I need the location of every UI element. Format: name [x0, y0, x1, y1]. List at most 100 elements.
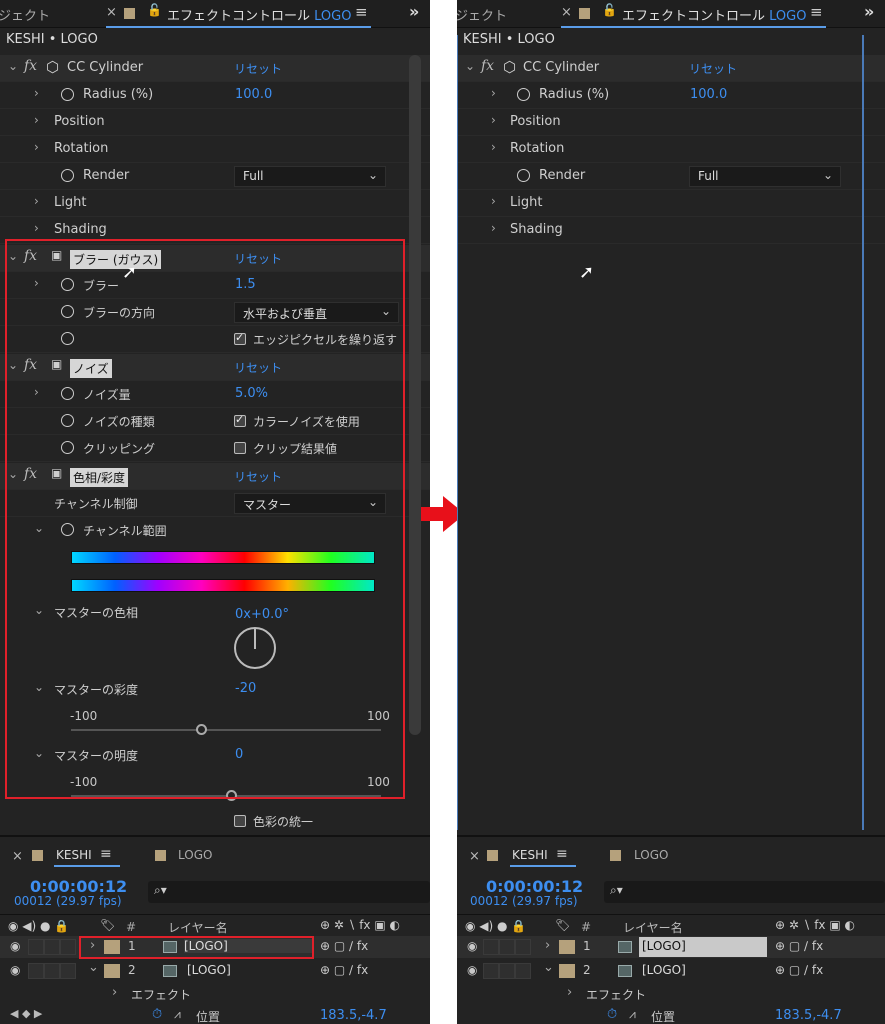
effect-cc-cylinder[interactable]: ⌄ fx ⬡ CC Cylinder リセット: [457, 55, 885, 82]
close-icon[interactable]: ×: [106, 5, 117, 20]
panel-menu-icon[interactable]: ≡: [355, 3, 368, 21]
reset-link[interactable]: リセット: [689, 60, 737, 77]
stopwatch-icon[interactable]: [517, 88, 530, 101]
position-value[interactable]: 183.5,-4.7: [320, 1008, 387, 1023]
close-icon[interactable]: ×: [469, 849, 480, 864]
graph-icon[interactable]: ⩘: [629, 1007, 636, 1022]
column-layer-name[interactable]: レイヤー名: [623, 919, 683, 936]
close-icon[interactable]: ×: [561, 5, 572, 20]
position-value[interactable]: 183.5,-4.7: [775, 1008, 842, 1023]
param-label: Render: [83, 168, 130, 183]
chevron-right-icon[interactable]: ›: [34, 86, 39, 100]
stopwatch-icon[interactable]: [61, 88, 74, 101]
position-row[interactable]: ◀ ◆ ▶ ⏱ ⩘ 位置 183.5,-4.7: [0, 1005, 430, 1024]
solo-toggle[interactable]: [44, 939, 60, 955]
panel-menu-icon[interactable]: ≡: [556, 846, 568, 862]
panel-menu-icon[interactable]: ≡: [810, 3, 823, 21]
chevron-down-icon[interactable]: ⌄: [88, 960, 99, 975]
render-dropdown[interactable]: Full ⌄: [689, 166, 841, 187]
param-value[interactable]: 100.0: [235, 87, 272, 102]
tab-comp-keshi[interactable]: KESHI: [512, 848, 548, 862]
solo-toggle[interactable]: [44, 963, 60, 979]
tab-project[interactable]: ジェクト: [0, 5, 50, 24]
effects-row[interactable]: › エフェクト: [0, 983, 430, 1005]
label-color-chip[interactable]: [104, 964, 120, 978]
close-icon[interactable]: ×: [12, 849, 23, 864]
effects-row[interactable]: › エフェクト: [457, 983, 885, 1005]
tab-comp-keshi[interactable]: KESHI: [56, 848, 92, 862]
solo-toggle[interactable]: [499, 963, 515, 979]
audio-toggle[interactable]: [483, 963, 499, 979]
chevron-right-icon[interactable]: ›: [34, 221, 39, 235]
stopwatch-icon[interactable]: [61, 169, 74, 182]
colorize-checkbox[interactable]: [234, 815, 246, 827]
eye-icon[interactable]: ◉: [467, 963, 477, 977]
tab-comp-logo[interactable]: LOGO: [178, 848, 212, 862]
layer-switches[interactable]: ⊕ ▢ ∕ fx: [775, 939, 823, 953]
solo-toggle[interactable]: [499, 939, 515, 955]
layer-switches[interactable]: ⊕ ▢ ∕ fx: [320, 963, 368, 977]
chevron-right-icon[interactable]: ›: [491, 221, 496, 235]
lock-icon[interactable]: 🔓: [147, 3, 162, 17]
label-color-chip[interactable]: [559, 940, 575, 954]
layer-name[interactable]: [LOGO]: [642, 963, 686, 977]
fx-icon[interactable]: fx: [481, 58, 494, 74]
chevron-down-icon[interactable]: ⌄: [543, 960, 554, 975]
audio-toggle[interactable]: [28, 963, 44, 979]
tab-comp-logo[interactable]: LOGO: [634, 848, 668, 862]
chevron-right-icon[interactable]: ›: [545, 938, 550, 953]
chevron-right-icon[interactable]: ›: [112, 985, 117, 1000]
chevron-right-icon[interactable]: ›: [491, 86, 496, 100]
chevron-right-icon[interactable]: ›: [491, 194, 496, 208]
chevron-right-icon[interactable]: ›: [491, 113, 496, 127]
layer-name[interactable]: [LOGO]: [187, 963, 231, 977]
lock-toggle[interactable]: [60, 963, 76, 979]
chevron-down-icon[interactable]: ⌄: [465, 59, 475, 73]
layer-switches[interactable]: ⊕ ▢ ∕ fx: [320, 939, 368, 953]
render-dropdown[interactable]: Full ⌄: [234, 166, 386, 187]
keyframe-nav-icons[interactable]: ◀ ◆ ▶: [10, 1007, 42, 1020]
chevron-right-icon[interactable]: ›: [34, 113, 39, 127]
panel-menu-icon[interactable]: ≡: [100, 846, 112, 862]
panel-overflow-icon[interactable]: »: [409, 2, 419, 21]
chevron-right-icon[interactable]: ›: [34, 140, 39, 154]
label-color-chip[interactable]: [559, 964, 575, 978]
search-input[interactable]: ⌕▾: [148, 881, 430, 903]
layer-row-1[interactable]: ◉ › 1 [LOGO] ⊕ ▢ ∕ fx: [457, 936, 885, 958]
lock-toggle[interactable]: [515, 939, 531, 955]
effect-cc-cylinder[interactable]: ⌄ fx ⬡ CC Cylinder リセット: [0, 55, 430, 82]
search-input[interactable]: ⌕▾: [604, 881, 885, 903]
column-layer-name[interactable]: レイヤー名: [168, 919, 228, 936]
lock-icon[interactable]: 🔓: [602, 3, 617, 17]
tab-effect-controls[interactable]: エフェクトコントロール LOGO: [622, 5, 806, 24]
lock-toggle[interactable]: [60, 939, 76, 955]
layer-switch-icons: ⊕ ✲ ∖ fx ▣ ◐: [320, 918, 400, 932]
chevron-right-icon[interactable]: ›: [34, 194, 39, 208]
layer-row-2[interactable]: ◉ ⌄ 2 [LOGO] ⊕ ▢ ∕ fx: [457, 960, 885, 982]
position-row[interactable]: ⏱ ⩘ 位置 183.5,-4.7: [457, 1005, 885, 1024]
param-value[interactable]: 100.0: [690, 87, 727, 102]
panel-overflow-icon[interactable]: »: [864, 2, 874, 21]
reset-link[interactable]: リセット: [234, 60, 282, 77]
chevron-down-icon[interactable]: ⌄: [8, 59, 18, 73]
audio-toggle[interactable]: [483, 939, 499, 955]
chevron-right-icon[interactable]: ›: [491, 140, 496, 154]
layer-row-2[interactable]: ◉ ⌄ 2 [LOGO] ⊕ ▢ ∕ fx: [0, 960, 430, 982]
lock-toggle[interactable]: [515, 963, 531, 979]
fx-icon[interactable]: fx: [24, 58, 37, 74]
graph-icon[interactable]: ⩘: [174, 1007, 181, 1022]
layer-switches[interactable]: ⊕ ▢ ∕ fx: [775, 963, 823, 977]
audio-toggle[interactable]: [28, 939, 44, 955]
tab-project[interactable]: ジェクト: [457, 5, 507, 24]
stopwatch-icon[interactable]: ⏱: [152, 1007, 162, 1022]
chevron-right-icon[interactable]: ›: [567, 985, 572, 1000]
stopwatch-icon[interactable]: ⏱: [607, 1007, 617, 1022]
scrollbar[interactable]: [409, 55, 421, 735]
stopwatch-icon[interactable]: [517, 169, 530, 182]
tab-effect-controls[interactable]: エフェクトコントロール LOGO: [167, 5, 351, 24]
eye-icon[interactable]: ◉: [467, 939, 477, 953]
layer-name[interactable]: [LOGO]: [639, 937, 767, 957]
eye-icon[interactable]: ◉: [10, 939, 20, 953]
comp-color-chip: [155, 850, 166, 861]
eye-icon[interactable]: ◉: [10, 963, 20, 977]
